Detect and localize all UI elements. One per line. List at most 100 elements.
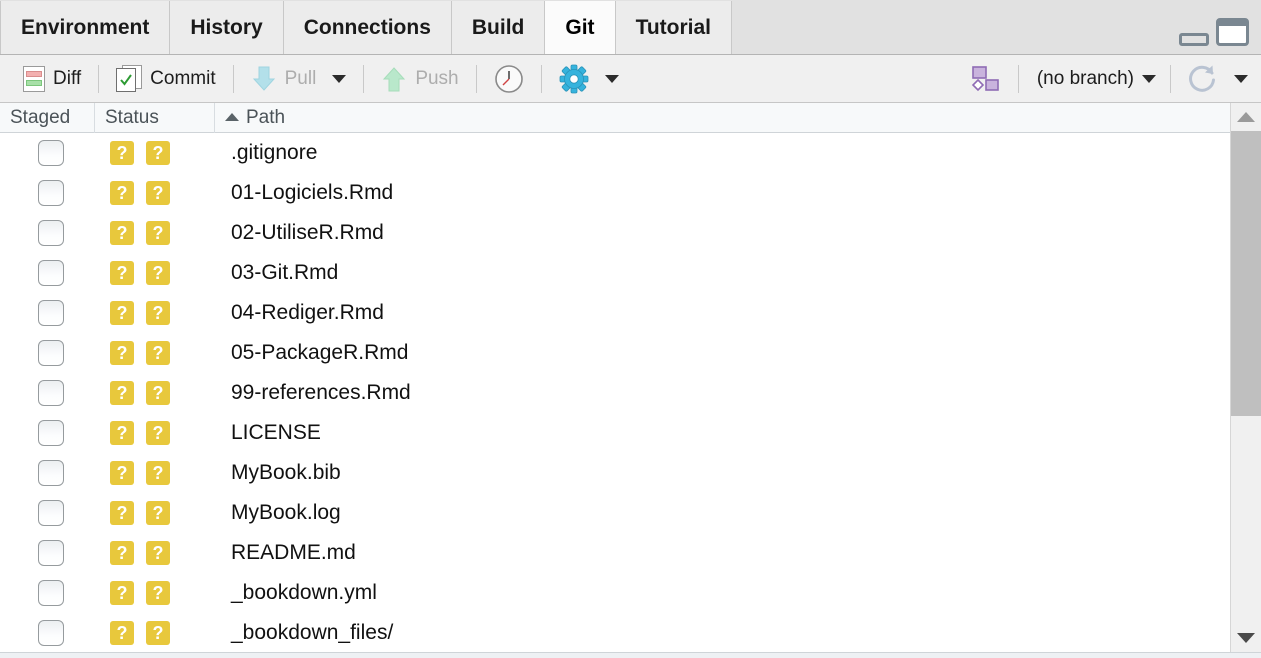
scroll-down-button[interactable]: [1231, 624, 1261, 652]
path-cell: 99-references.Rmd: [231, 381, 411, 404]
diff-icon: [23, 65, 45, 92]
status-badge-index: ?: [110, 141, 134, 165]
staged-checkbox[interactable]: [37, 460, 64, 486]
branch-dropdown-caret-icon[interactable]: [1142, 74, 1156, 83]
status-cell: ??: [95, 341, 215, 365]
status-badge-index: ?: [110, 541, 134, 565]
history-button[interactable]: [485, 62, 533, 96]
table-row[interactable]: ?? MyBook.log: [0, 493, 1261, 533]
staged-cell: [0, 180, 95, 206]
staged-checkbox[interactable]: [37, 580, 64, 606]
staged-checkbox[interactable]: [37, 500, 64, 526]
vertical-scrollbar[interactable]: [1230, 103, 1261, 652]
git-pane: Environment History Connections Build Gi…: [0, 0, 1261, 658]
staged-checkbox[interactable]: [37, 300, 64, 326]
diff-button[interactable]: Diff: [14, 62, 90, 96]
diff-button-label: Diff: [53, 67, 82, 89]
status-cell: ??: [95, 541, 215, 565]
column-header-status[interactable]: Status: [95, 102, 215, 133]
tab-tutorial[interactable]: Tutorial: [615, 1, 733, 54]
tab-history[interactable]: History: [170, 1, 284, 54]
status-badge-index: ?: [110, 581, 134, 605]
status-cell: ??: [95, 181, 215, 205]
path-cell: 04-Rediger.Rmd: [231, 301, 384, 324]
scrollbar-track[interactable]: [1231, 131, 1261, 624]
scroll-down-icon: [1237, 633, 1255, 643]
staged-checkbox[interactable]: [37, 140, 64, 166]
path-cell: _bookdown_files/: [231, 621, 394, 644]
column-header-staged[interactable]: Staged: [0, 102, 95, 133]
table-row[interactable]: ?? LICENSE: [0, 413, 1261, 453]
more-options-button[interactable]: [550, 62, 628, 96]
staged-checkbox[interactable]: [37, 620, 64, 646]
git-status-table: Staged Status Path ?? .gitignore?? 01-Logi…: [0, 102, 1261, 652]
status-badge-index: ?: [110, 501, 134, 525]
refresh-dropdown-caret-icon[interactable]: [1234, 74, 1248, 83]
status-badge-index: ?: [110, 461, 134, 485]
gear-dropdown-caret-icon[interactable]: [604, 74, 619, 83]
table-row[interactable]: ?? 05-PackageR.Rmd: [0, 333, 1261, 373]
staged-cell: [0, 420, 95, 446]
staged-checkbox[interactable]: [37, 340, 64, 366]
pull-button-label: Pull: [284, 67, 317, 89]
status-cell: ??: [95, 421, 215, 445]
status-badge-index: ?: [110, 301, 134, 325]
toolbar-separator: [232, 64, 234, 93]
staged-checkbox[interactable]: [37, 540, 64, 566]
scrollbar-thumb[interactable]: [1231, 131, 1261, 416]
status-badge-index: ?: [110, 381, 134, 405]
refresh-button[interactable]: [1179, 62, 1257, 96]
staged-checkbox[interactable]: [37, 180, 64, 206]
staged-checkbox[interactable]: [37, 380, 64, 406]
new-branch-button[interactable]: [960, 62, 1010, 96]
maximize-icon[interactable]: [1216, 18, 1249, 46]
column-header-path[interactable]: Path: [215, 103, 1261, 133]
file-list[interactable]: ?? .gitignore?? 01-Logiciels.Rmd ?? 02-Utili…: [0, 133, 1261, 652]
table-row[interactable]: ?? MyBook.bib: [0, 453, 1261, 493]
staged-checkbox[interactable]: [37, 420, 64, 446]
status-cell: ??: [95, 221, 215, 245]
push-button[interactable]: Push: [372, 62, 467, 96]
tab-environment[interactable]: Environment: [0, 1, 171, 54]
status-cell: ??: [95, 141, 215, 165]
path-cell: README.md: [231, 541, 356, 564]
pull-dropdown-caret-icon[interactable]: [332, 74, 347, 83]
pane-bottom-edge: [0, 652, 1261, 658]
path-cell: 01-Logiciels.Rmd: [231, 181, 394, 204]
tab-git[interactable]: Git: [545, 1, 616, 54]
refresh-icon: [1189, 65, 1215, 92]
status-cell: ??: [95, 381, 215, 405]
tab-connections[interactable]: Connections: [283, 1, 452, 54]
scroll-up-button[interactable]: [1231, 103, 1261, 131]
path-cell: .gitignore: [231, 141, 318, 164]
pull-button[interactable]: Pull: [242, 62, 356, 96]
status-cell: ??: [95, 581, 215, 605]
table-row[interactable]: ?? 02-UtiliseR.Rmd: [0, 213, 1261, 253]
tab-build[interactable]: Build: [451, 1, 546, 54]
commit-button[interactable]: Commit: [107, 62, 224, 96]
staged-cell: [0, 340, 95, 366]
branch-selector[interactable]: (no branch): [1027, 65, 1162, 93]
window-controls: [1179, 18, 1249, 46]
git-toolbar-right: (no branch): [960, 55, 1257, 102]
table-row[interactable]: ?? 04-Rediger.Rmd: [0, 293, 1261, 333]
table-row[interactable]: ?? _bookdown.yml: [0, 573, 1261, 613]
staged-checkbox[interactable]: [37, 220, 64, 246]
table-row[interactable]: ?? 99-references.Rmd: [0, 373, 1261, 413]
table-row[interactable]: ?? README.md: [0, 533, 1261, 573]
toolbar-separator: [1017, 64, 1019, 93]
table-row[interactable]: ?? 01-Logiciels.Rmd: [0, 173, 1261, 213]
tab-list: Environment History Connections Build Gi…: [0, 0, 733, 54]
table-row[interactable]: ?? 03-Git.Rmd: [0, 253, 1261, 293]
staged-checkbox[interactable]: [37, 260, 64, 286]
scroll-up-icon: [1237, 112, 1255, 122]
status-badge-index: ?: [110, 421, 134, 445]
minimize-icon[interactable]: [1179, 33, 1209, 46]
table-row[interactable]: ?? _bookdown_files/: [0, 613, 1261, 652]
status-badge-index: ?: [110, 341, 134, 365]
sort-ascending-icon: [225, 112, 239, 121]
staged-cell: [0, 140, 95, 166]
table-row[interactable]: ?? .gitignore: [0, 133, 1261, 173]
status-badge-worktree: ?: [146, 541, 170, 565]
status-badge-worktree: ?: [146, 181, 170, 205]
